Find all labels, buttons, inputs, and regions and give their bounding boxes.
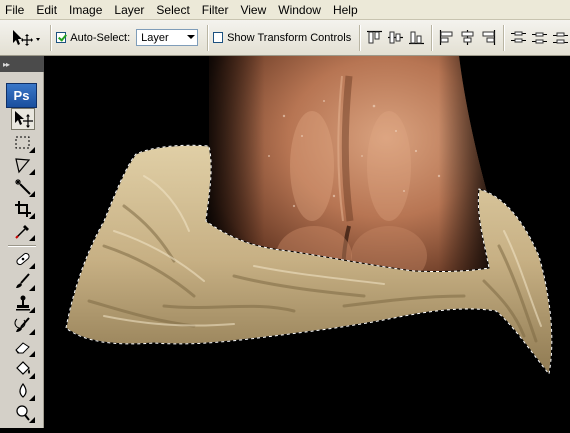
submenu-arrow-icon — [29, 169, 35, 175]
photoshop-logo[interactable]: Ps — [6, 83, 37, 108]
healing-brush-tool[interactable] — [11, 248, 35, 270]
submenu-arrow-icon — [29, 329, 35, 335]
document-canvas[interactable] — [44, 56, 570, 428]
separator — [431, 24, 433, 51]
submenu-arrow-icon — [29, 285, 35, 291]
brush-tool[interactable] — [11, 270, 35, 292]
align-horizontal-centers-button[interactable] — [458, 28, 477, 47]
dodge-tool[interactable] — [11, 402, 35, 424]
show-transform-checkbox[interactable] — [212, 32, 224, 43]
distribute-bottom-button[interactable] — [551, 28, 570, 47]
align-left-edges-button[interactable] — [437, 28, 456, 47]
align-bottom-edges-button[interactable] — [407, 28, 426, 47]
submenu-arrow-icon — [29, 373, 35, 379]
align-vcenter-icon — [388, 31, 404, 44]
align-horizontal-buttons — [437, 28, 498, 47]
menu-select[interactable]: Select — [150, 0, 195, 20]
submenu-arrow-icon — [29, 307, 35, 313]
submenu-arrow-icon — [29, 395, 35, 401]
submenu-arrow-icon — [29, 213, 35, 219]
menu-view[interactable]: View — [234, 0, 272, 20]
move-tool-preset-icon — [13, 29, 41, 46]
menu-file[interactable]: File — [0, 0, 30, 20]
eraser-tool[interactable] — [11, 336, 35, 358]
align-left-icon — [439, 30, 453, 45]
align-hcenter-icon — [461, 30, 474, 45]
crop-tool[interactable] — [11, 198, 35, 220]
options-bar: Auto-Select: Layer Show Transform Contro… — [0, 20, 570, 56]
align-top-edges-button[interactable] — [365, 28, 384, 47]
distribute-buttons — [509, 28, 570, 47]
distribute-vertical-centers-button[interactable] — [530, 28, 549, 47]
align-top-icon — [367, 30, 383, 44]
auto-select-dropdown[interactable]: Layer — [136, 29, 198, 46]
submenu-arrow-icon — [29, 263, 35, 269]
align-right-icon — [482, 30, 496, 45]
move-icon — [15, 111, 33, 128]
tools-panel: Ps — [0, 72, 44, 428]
submenu-arrow-icon — [29, 191, 35, 197]
menu-image[interactable]: Image — [63, 0, 108, 20]
separator — [503, 24, 504, 51]
history-brush-tool[interactable] — [11, 314, 35, 336]
show-transform-label: Show Transform Controls — [227, 31, 352, 44]
clone-stamp-tool[interactable] — [11, 292, 35, 314]
align-bottom-icon — [409, 31, 425, 45]
auto-select-label: Auto-Select: — [70, 31, 131, 44]
submenu-arrow-icon — [29, 147, 35, 153]
menu-window[interactable]: Window — [272, 0, 327, 20]
align-right-edges-button[interactable] — [479, 28, 498, 47]
menu-help[interactable]: Help — [327, 0, 364, 20]
menu-filter[interactable]: Filter — [196, 0, 235, 20]
menu-edit[interactable]: Edit — [30, 0, 63, 20]
blur-tool[interactable] — [11, 380, 35, 402]
submenu-arrow-icon — [29, 351, 35, 357]
magic-wand-tool[interactable] — [11, 176, 35, 198]
submenu-arrow-icon — [29, 235, 35, 241]
distribute-bottom-icon — [552, 32, 568, 44]
align-buttons — [365, 28, 426, 47]
tools-panel-header[interactable]: ▸▸ — [0, 56, 44, 72]
marquee-tool[interactable] — [11, 132, 35, 154]
separator — [206, 24, 208, 51]
tool-separator — [8, 245, 36, 246]
tool-preset-picker[interactable] — [6, 24, 45, 52]
distribute-top-icon — [510, 31, 526, 43]
lasso-tool[interactable] — [11, 154, 35, 176]
double-arrow-icon: ▸▸ — [3, 59, 10, 69]
move-tool[interactable] — [11, 108, 35, 130]
menu-layer[interactable]: Layer — [108, 0, 150, 20]
canvas-image[interactable] — [44, 56, 570, 428]
paint-bucket-tool[interactable] — [11, 358, 35, 380]
align-vertical-centers-button[interactable] — [386, 28, 405, 47]
distribute-vcenter-icon — [531, 32, 547, 44]
auto-select-value: Layer — [141, 31, 169, 44]
submenu-arrow-icon — [29, 417, 35, 423]
eyedropper-tool[interactable] — [11, 220, 35, 242]
chevron-down-icon — [186, 35, 195, 39]
auto-select-checkbox[interactable] — [55, 32, 67, 43]
menu-bar: File Edit Image Layer Select Filter View… — [0, 0, 570, 20]
separator — [359, 24, 361, 51]
distribute-top-button[interactable] — [509, 28, 528, 47]
separator — [49, 24, 51, 51]
